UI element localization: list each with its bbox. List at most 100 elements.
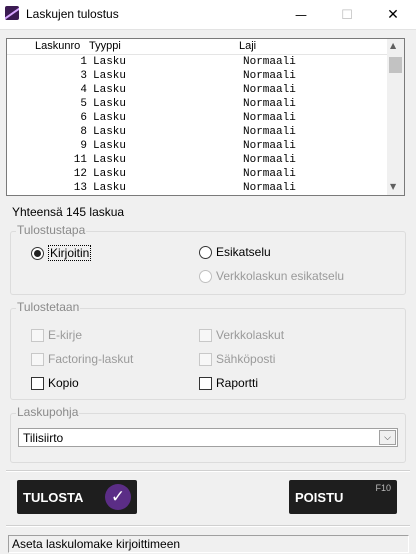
checkbox-factoring-box[interactable] — [31, 352, 44, 366]
table-row[interactable]: 8 Lasku Normaali — [7, 126, 389, 140]
template-select-value: Tilisiirto — [23, 431, 64, 445]
minimize-button[interactable]: — — [278, 0, 324, 30]
column-header-tyyppi[interactable]: Tyyppi — [89, 40, 121, 52]
print-button[interactable]: TULOSTA ✓ — [17, 480, 137, 514]
table-row[interactable]: 12 Lasku Normaali — [7, 168, 389, 182]
checkmark-icon: ✓ — [105, 484, 131, 510]
scroll-down-icon[interactable]: ▼ — [390, 182, 396, 191]
cell-tyyppi: Lasku — [93, 126, 127, 138]
printed-legend: Tulostetaan — [16, 300, 81, 314]
table-row[interactable]: 5 Lasku Normaali — [7, 98, 389, 112]
cell-laji: Normaali — [243, 98, 296, 110]
checkbox-sahkoposti-label: Sähköposti — [216, 352, 276, 366]
print-mode-legend: Tulostustapa — [16, 223, 87, 237]
list-scrollbar[interactable]: ▲ ▼ — [387, 39, 404, 195]
template-select[interactable]: Tilisiirto ⌵ — [18, 428, 398, 447]
radio-einvoice-preview-circle[interactable] — [199, 269, 212, 283]
scroll-up-icon[interactable]: ▲ — [390, 41, 396, 50]
checkbox-kopio-box[interactable] — [31, 376, 44, 390]
cell-nro: 6 — [80, 112, 87, 124]
checkbox-kopio-label: Kopio — [48, 376, 79, 390]
print-button-label: TULOSTA — [23, 490, 84, 505]
checkbox-raportti-box[interactable] — [199, 376, 212, 390]
radio-printer-circle[interactable] — [31, 246, 44, 260]
checkbox-factoring[interactable]: Factoring-laskut — [31, 352, 133, 366]
cell-nro: 12 — [73, 168, 87, 180]
cell-tyyppi: Lasku — [93, 98, 127, 110]
checkbox-verkkolaskut[interactable]: Verkkolaskut — [199, 328, 284, 342]
divider-bottom — [6, 525, 410, 527]
checkbox-sahkoposti[interactable]: Sähköposti — [199, 352, 275, 366]
close-button[interactable]: ✕ — [370, 0, 416, 30]
radio-einvoice-preview-label: Verkkolaskun esikatselu — [216, 269, 345, 283]
checkbox-ekirje-box[interactable] — [31, 328, 44, 342]
window-title: Laskujen tulostus — [26, 7, 119, 21]
divider-top — [6, 470, 410, 472]
exit-button[interactable]: POISTU F10 — [289, 480, 397, 514]
cell-laji: Normaali — [243, 56, 296, 68]
total-count: Yhteensä 145 laskua — [12, 205, 125, 219]
radio-einvoice-preview[interactable]: Verkkolaskun esikatselu — [199, 269, 344, 283]
cell-tyyppi: Lasku — [93, 84, 127, 96]
invoice-list[interactable]: Laskunro Tyyppi Laji 1 Lasku Normaali 3 Lask… — [6, 38, 405, 196]
checkbox-raportti-label: Raportti — [216, 376, 259, 390]
chevron-down-icon[interactable]: ⌵ — [379, 430, 396, 445]
cell-nro: 1 — [80, 56, 87, 68]
cell-tyyppi: Lasku — [93, 182, 127, 194]
cell-laji: Normaali — [243, 140, 296, 152]
cell-nro: 3 — [80, 70, 87, 82]
status-bar: Aseta laskulomake kirjoittimeen — [8, 535, 409, 553]
cell-laji: Normaali — [243, 168, 296, 180]
checkbox-kopio[interactable]: Kopio — [31, 376, 79, 390]
column-header-laji[interactable]: Laji — [239, 40, 256, 52]
table-row[interactable]: 6 Lasku Normaali — [7, 112, 389, 126]
checkbox-sahkoposti-box[interactable] — [199, 352, 212, 366]
scroll-thumb[interactable] — [389, 57, 402, 73]
checkbox-verkkolaskut-box[interactable] — [199, 328, 212, 342]
table-row[interactable]: 9 Lasku Normaali — [7, 140, 389, 154]
column-header-laskunro[interactable]: Laskunro — [35, 40, 80, 52]
radio-preview-circle[interactable] — [199, 245, 212, 259]
cell-nro: 8 — [80, 126, 87, 138]
radio-preview[interactable]: Esikatselu — [199, 245, 271, 259]
checkbox-ekirje-label: E-kirje — [48, 328, 83, 342]
app-logo-icon — [5, 6, 19, 20]
maximize-button[interactable]: ☐ — [324, 0, 370, 30]
cell-laji: Normaali — [243, 70, 296, 82]
cell-laji: Normaali — [243, 154, 296, 166]
table-row[interactable]: 3 Lasku Normaali — [7, 70, 389, 84]
radio-printer[interactable]: Kirjoitin — [31, 245, 92, 261]
cell-laji: Normaali — [243, 182, 296, 194]
cell-tyyppi: Lasku — [93, 154, 127, 166]
template-legend: Laskupohja — [16, 405, 80, 419]
cell-laji: Normaali — [243, 126, 296, 138]
cell-tyyppi: Lasku — [93, 168, 127, 180]
cell-nro: 13 — [73, 182, 87, 194]
print-mode-group — [10, 231, 406, 295]
exit-shortcut-key: F10 — [375, 483, 391, 493]
cell-nro: 11 — [73, 154, 87, 166]
checkbox-raportti[interactable]: Raportti — [199, 376, 258, 390]
list-rows: 1 Lasku Normaali 3 Lasku Normaali 4 Lasku Normaa… — [7, 56, 389, 195]
cell-nro: 4 — [80, 84, 87, 96]
cell-nro: 5 — [80, 98, 87, 110]
checkbox-verkkolaskut-label: Verkkolaskut — [216, 328, 285, 342]
cell-tyyppi: Lasku — [93, 70, 127, 82]
radio-printer-label: Kirjoitin — [48, 245, 92, 261]
checkbox-factoring-label: Factoring-laskut — [48, 352, 134, 366]
table-row[interactable]: 4 Lasku Normaali — [7, 84, 389, 98]
list-header: Laskunro Tyyppi Laji — [7, 39, 389, 55]
cell-nro: 9 — [80, 140, 87, 152]
cell-tyyppi: Lasku — [93, 140, 127, 152]
cell-laji: Normaali — [243, 112, 296, 124]
checkbox-ekirje[interactable]: E-kirje — [31, 328, 82, 342]
table-row[interactable]: 11 Lasku Normaali — [7, 154, 389, 168]
cell-tyyppi: Lasku — [93, 112, 127, 124]
table-row[interactable]: 13 Lasku Normaali — [7, 182, 389, 195]
cell-tyyppi: Lasku — [93, 56, 127, 68]
cell-laji: Normaali — [243, 84, 296, 96]
radio-preview-label: Esikatselu — [216, 245, 271, 259]
status-text: Aseta laskulomake kirjoittimeen — [12, 537, 181, 551]
exit-button-label: POISTU — [295, 490, 344, 505]
table-row[interactable]: 1 Lasku Normaali — [7, 56, 389, 70]
